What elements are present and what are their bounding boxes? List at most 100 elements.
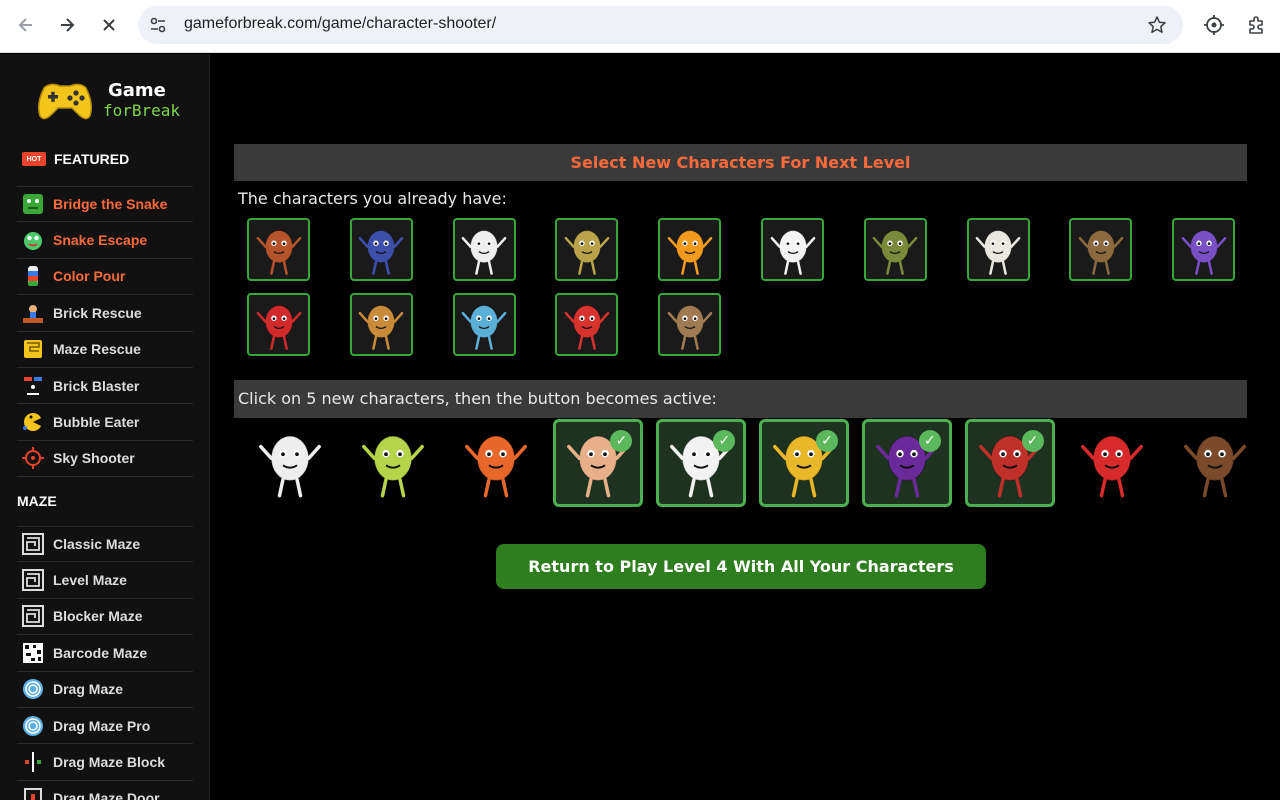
sidebar-maze-item-label: Level Maze xyxy=(53,572,127,589)
sidebar-maze-item-label: Drag Maze xyxy=(53,681,124,698)
candidate-character-corn[interactable]: ✓ xyxy=(759,419,849,507)
sidebar-maze-item[interactable]: Barcode Maze xyxy=(17,635,193,672)
sidebar-maze-item-label: Classic Maze xyxy=(53,536,141,553)
featured-section: HOT FEATURED Bridge the Snake Snake Escap… xyxy=(0,144,209,478)
character-figure-icon xyxy=(667,304,713,350)
maze-header: MAZE xyxy=(0,486,209,516)
sidebar-featured-item[interactable]: Bridge the Snake xyxy=(17,186,193,223)
puzzle-extensions-icon[interactable] xyxy=(1246,14,1268,36)
sidebar-featured-item-label: Brick Blaster xyxy=(53,377,140,394)
target-extension-icon[interactable] xyxy=(1203,14,1225,36)
sidebar-maze-item[interactable]: Classic Maze xyxy=(17,526,193,563)
close-icon xyxy=(103,19,115,31)
sidebar-featured-item[interactable]: Brick Rescue xyxy=(17,295,193,332)
star-icon[interactable] xyxy=(1147,15,1167,35)
sidebar-featured-item[interactable]: Snake Escape xyxy=(17,222,193,259)
candidate-character-monkey[interactable] xyxy=(1170,419,1260,507)
character-figure-icon xyxy=(259,435,321,498)
sidebar-featured-item-label: Maze Rescue xyxy=(53,341,141,358)
sidebar-maze-item-label: Drag Maze Block xyxy=(53,754,166,771)
owned-character-orange xyxy=(658,218,722,281)
sidebar: Game forBreak HOT FEATURED Bridge the Sn… xyxy=(0,54,210,800)
sidebar-maze-item[interactable]: Level Maze xyxy=(17,562,193,599)
barcode-icon xyxy=(23,642,43,663)
site-settings-icon[interactable] xyxy=(148,15,168,35)
arrow-left-icon xyxy=(18,18,32,32)
character-figure-icon xyxy=(464,435,527,498)
sidebar-featured-item[interactable]: Maze Rescue xyxy=(17,332,193,368)
owned-character-frog xyxy=(863,218,927,281)
candidate-character-eggplant[interactable]: ✓ xyxy=(861,419,952,507)
character-figure-icon xyxy=(667,229,713,275)
sidebar-maze-item-label: Drag Maze Door xyxy=(53,790,160,800)
character-figure-icon xyxy=(358,229,404,275)
snake-head-icon xyxy=(24,232,42,251)
brick-blaster-icon xyxy=(24,376,42,395)
character-figure-icon xyxy=(256,304,301,350)
sidebar-featured-item-label: Sky Shooter xyxy=(53,450,135,467)
character-figure-icon xyxy=(256,229,301,275)
selected-check-icon: ✓ xyxy=(1021,430,1044,452)
return-to-play-button[interactable]: Return to Play Level 4 With All Your Cha… xyxy=(496,544,986,589)
bubble-eater-icon xyxy=(23,413,43,432)
candidate-character-meat-block[interactable]: ✓ xyxy=(964,419,1055,507)
owned-character-lizard xyxy=(555,218,619,281)
sidebar-featured-item[interactable]: Bubble Eater xyxy=(17,404,193,441)
back-button[interactable] xyxy=(11,10,41,40)
browser-toolbar: gameforbreak.com/game/character-shooter/ xyxy=(0,0,1280,53)
door-maze-icon xyxy=(24,788,42,800)
candidate-character-carrot[interactable] xyxy=(451,419,541,507)
stop-loading-button[interactable] xyxy=(94,10,124,40)
sidebar-maze-item[interactable]: Drag Maze Pro xyxy=(17,708,193,745)
sidebar-featured-item[interactable]: Sky Shooter xyxy=(17,441,193,478)
character-figure-icon xyxy=(1184,435,1247,498)
owned-character-blueberry xyxy=(349,218,413,281)
candidate-character-ice-pop[interactable]: ✓ xyxy=(553,419,644,507)
character-figure-icon xyxy=(461,229,507,275)
sidebar-featured-item[interactable]: Brick Blaster xyxy=(17,368,193,405)
url-text[interactable]: gameforbreak.com/game/character-shooter/ xyxy=(184,15,496,33)
sidebar-maze-item[interactable]: Drag Maze Door xyxy=(17,781,193,800)
snake-face-icon xyxy=(23,194,43,215)
forward-button[interactable] xyxy=(52,10,82,40)
sidebar-featured-item-label: Bubble Eater xyxy=(53,414,140,431)
hot-badge: HOT xyxy=(22,152,46,166)
candidate-character-melon[interactable] xyxy=(348,419,438,507)
gamepad-icon xyxy=(37,83,93,120)
candidate-character-cauliflower[interactable]: ✓ xyxy=(656,419,747,507)
sidebar-maze-item[interactable]: Blocker Maze xyxy=(17,599,193,636)
character-figure-icon xyxy=(1081,435,1144,498)
sidebar-maze-item[interactable]: Drag Maze xyxy=(17,672,193,708)
owned-character-robot xyxy=(452,293,516,356)
character-figure-icon xyxy=(1078,229,1124,275)
sidebar-maze-item[interactable]: Drag Maze Block xyxy=(17,744,193,781)
character-figure-icon xyxy=(770,229,815,275)
candidate-character-popcorn[interactable] xyxy=(1067,419,1157,507)
circle-maze-icon xyxy=(23,679,43,700)
sidebar-featured-item-label: Snake Escape xyxy=(53,232,148,249)
character-figure-icon xyxy=(361,435,424,498)
game-area: Select New Characters For Next Level The… xyxy=(211,54,1280,800)
logo-text-game: Game xyxy=(108,80,166,101)
character-figure-icon xyxy=(975,229,1021,275)
sidebar-maze-item-label: Drag Maze Pro xyxy=(53,717,151,734)
owned-character-turnip xyxy=(452,218,516,281)
selected-check-icon: ✓ xyxy=(918,430,941,452)
owned-character-almond xyxy=(658,293,722,356)
owned-characters-label: The characters you already have: xyxy=(238,189,507,208)
sidebar-featured-item[interactable]: Color Pour xyxy=(17,259,193,296)
maze-icon xyxy=(22,569,44,592)
featured-header: HOT FEATURED xyxy=(0,144,209,174)
character-figure-icon xyxy=(1181,229,1227,275)
selected-check-icon: ✓ xyxy=(816,430,838,452)
maze-rescue-icon xyxy=(24,340,42,359)
candidate-character-garlic[interactable] xyxy=(245,419,335,507)
owned-character-red-cup xyxy=(555,293,619,356)
sidebar-maze-item-label: Barcode Maze xyxy=(53,644,148,661)
address-bar[interactable]: gameforbreak.com/game/character-shooter/ xyxy=(138,6,1183,44)
sidebar-featured-item-label: Brick Rescue xyxy=(53,304,142,321)
maze-section: MAZE Classic Maze Level Maze Blocker Maze B… xyxy=(0,486,209,800)
logo-text-forbreak: forBreak xyxy=(103,101,181,120)
owned-character-duck xyxy=(1172,218,1236,281)
site-logo[interactable]: Game forBreak xyxy=(36,78,186,128)
